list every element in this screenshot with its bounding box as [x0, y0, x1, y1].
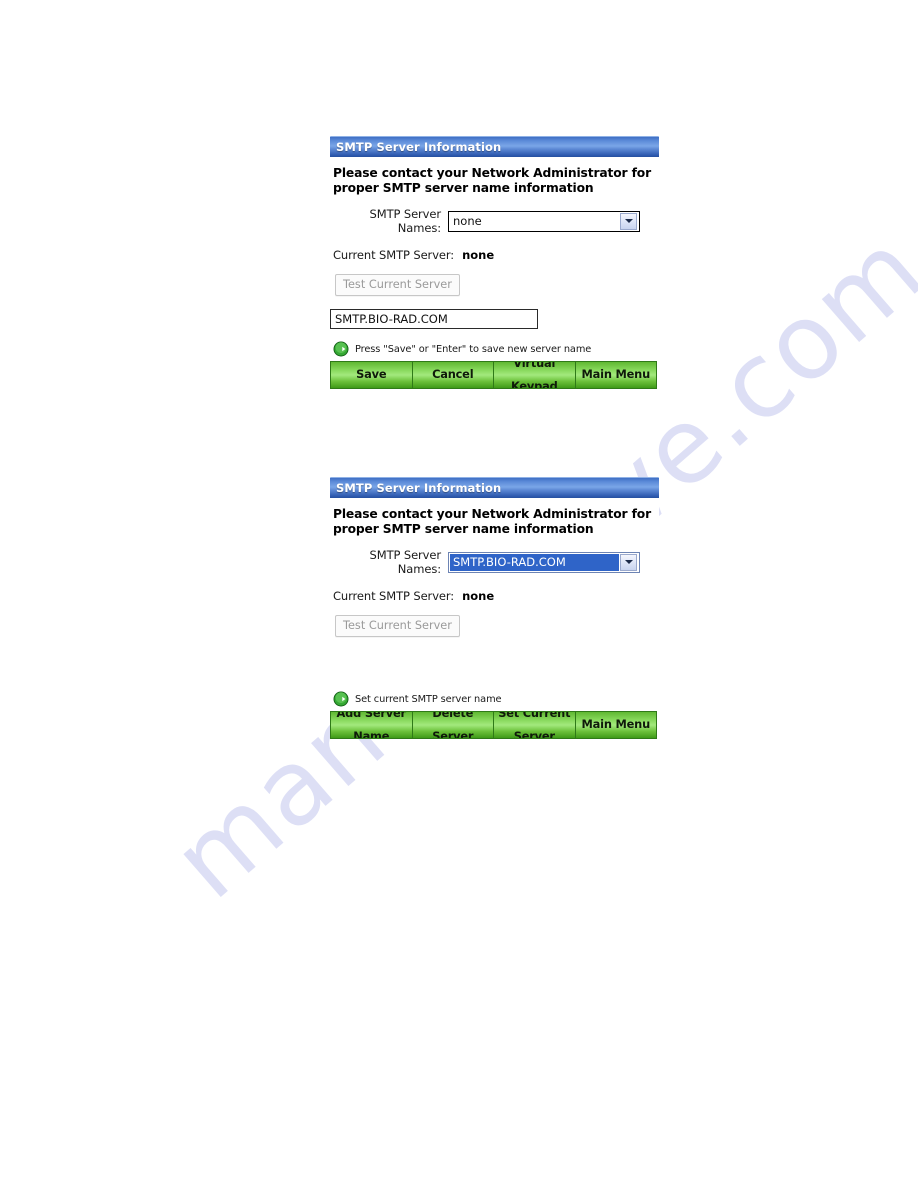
delete-server-button[interactable]: Delete Server [412, 711, 494, 739]
cancel-button[interactable]: Cancel [412, 362, 494, 388]
panel-title: SMTP Server Information [336, 481, 502, 495]
current-server-label: Current SMTP Server: [333, 248, 455, 262]
instructions-line-1: Please contact your Network Administrato… [333, 166, 651, 180]
add-server-name-line-2: Name [353, 728, 390, 739]
panel-titlebar: SMTP Server Information [330, 477, 659, 498]
panel-2-button-bar: Add Server Name Delete Server Set Curren… [330, 711, 657, 739]
server-names-field-row: SMTP Server Names: SMTP.BIO-RAD.COM [330, 548, 659, 576]
server-names-dropdown[interactable]: SMTP.BIO-RAD.COM [448, 551, 640, 573]
server-names-dropdown[interactable]: none [448, 210, 640, 232]
instructions-line-1: Please contact your Network Administrato… [333, 507, 651, 521]
test-current-server-button[interactable]: Test Current Server [335, 615, 460, 637]
hint-row: Set current SMTP server name [330, 691, 659, 707]
set-current-server-line-2: Server [513, 728, 555, 739]
server-names-label: SMTP Server Names: [369, 207, 442, 235]
cancel-button-line-1: Cancel [432, 367, 474, 382]
hint-text: Press "Save" or "Enter" to save new serv… [355, 343, 592, 355]
set-current-server-button[interactable]: Set Current Server [494, 712, 576, 738]
main-menu-button[interactable]: Main Menu [575, 362, 656, 388]
panel-titlebar: SMTP Server Information [330, 136, 659, 157]
save-button[interactable]: Save [331, 362, 413, 388]
chevron-down-icon[interactable] [620, 553, 637, 571]
green-arrow-icon [333, 691, 349, 707]
hint-row: Press "Save" or "Enter" to save new serv… [330, 341, 659, 357]
server-names-label: SMTP Server Names: [369, 548, 442, 576]
server-names-value: SMTP.BIO-RAD.COM [450, 553, 619, 571]
test-current-server-button[interactable]: Test Current Server [335, 274, 460, 296]
instructions-line-2: proper SMTP server name information [333, 521, 594, 536]
add-server-name-line-1: Add Server [336, 711, 407, 720]
add-server-name-button[interactable]: Add Server Name [331, 712, 413, 738]
chevron-down-icon[interactable] [620, 212, 637, 230]
delete-server-line-2: Server [432, 728, 474, 739]
server-name-input[interactable]: SMTP.BIO-RAD.COM [330, 309, 538, 329]
panel-body: Please contact your Network Administrato… [330, 498, 659, 739]
virtual-keypad-button[interactable]: Virtual Keypad [494, 362, 576, 388]
panel-1-button-bar: Save Cancel Virtual Keypad Main Menu [330, 361, 657, 389]
current-server-value: none [462, 248, 495, 262]
server-names-value: none [453, 213, 482, 228]
instructions-text: Please contact your Network Administrato… [330, 498, 659, 536]
current-server-label: Current SMTP Server: [333, 589, 455, 603]
server-names-field-row: SMTP Server Names: none [330, 207, 659, 235]
smtp-server-information-panel-1: SMTP Server Information Please contact y… [330, 136, 659, 389]
current-server-value: none [462, 589, 495, 603]
main-menu-button[interactable]: Main Menu [575, 712, 656, 738]
smtp-server-information-panel-2: SMTP Server Information Please contact y… [330, 477, 659, 739]
panel-title: SMTP Server Information [336, 140, 502, 154]
green-arrow-icon [333, 341, 349, 357]
main-menu-line-1: Main Menu [581, 717, 651, 732]
virtual-keypad-line-2: Keypad [510, 378, 558, 389]
instructions-line-2: proper SMTP server name information [333, 180, 594, 195]
main-menu-line-1: Main Menu [581, 367, 651, 382]
set-current-server-line-1: Set Current [498, 711, 571, 720]
current-server-row: Current SMTP Server: none [330, 248, 659, 262]
instructions-text: Please contact your Network Administrato… [330, 157, 659, 195]
hint-text: Set current SMTP server name [355, 693, 502, 705]
save-button-line-1: Save [356, 367, 387, 382]
panel-body: Please contact your Network Administrato… [330, 157, 659, 389]
current-server-row: Current SMTP Server: none [330, 589, 659, 603]
panel-2-spacer [330, 637, 659, 679]
delete-server-line-1: Delete [432, 711, 474, 720]
virtual-keypad-line-1: Virtual [513, 361, 556, 370]
